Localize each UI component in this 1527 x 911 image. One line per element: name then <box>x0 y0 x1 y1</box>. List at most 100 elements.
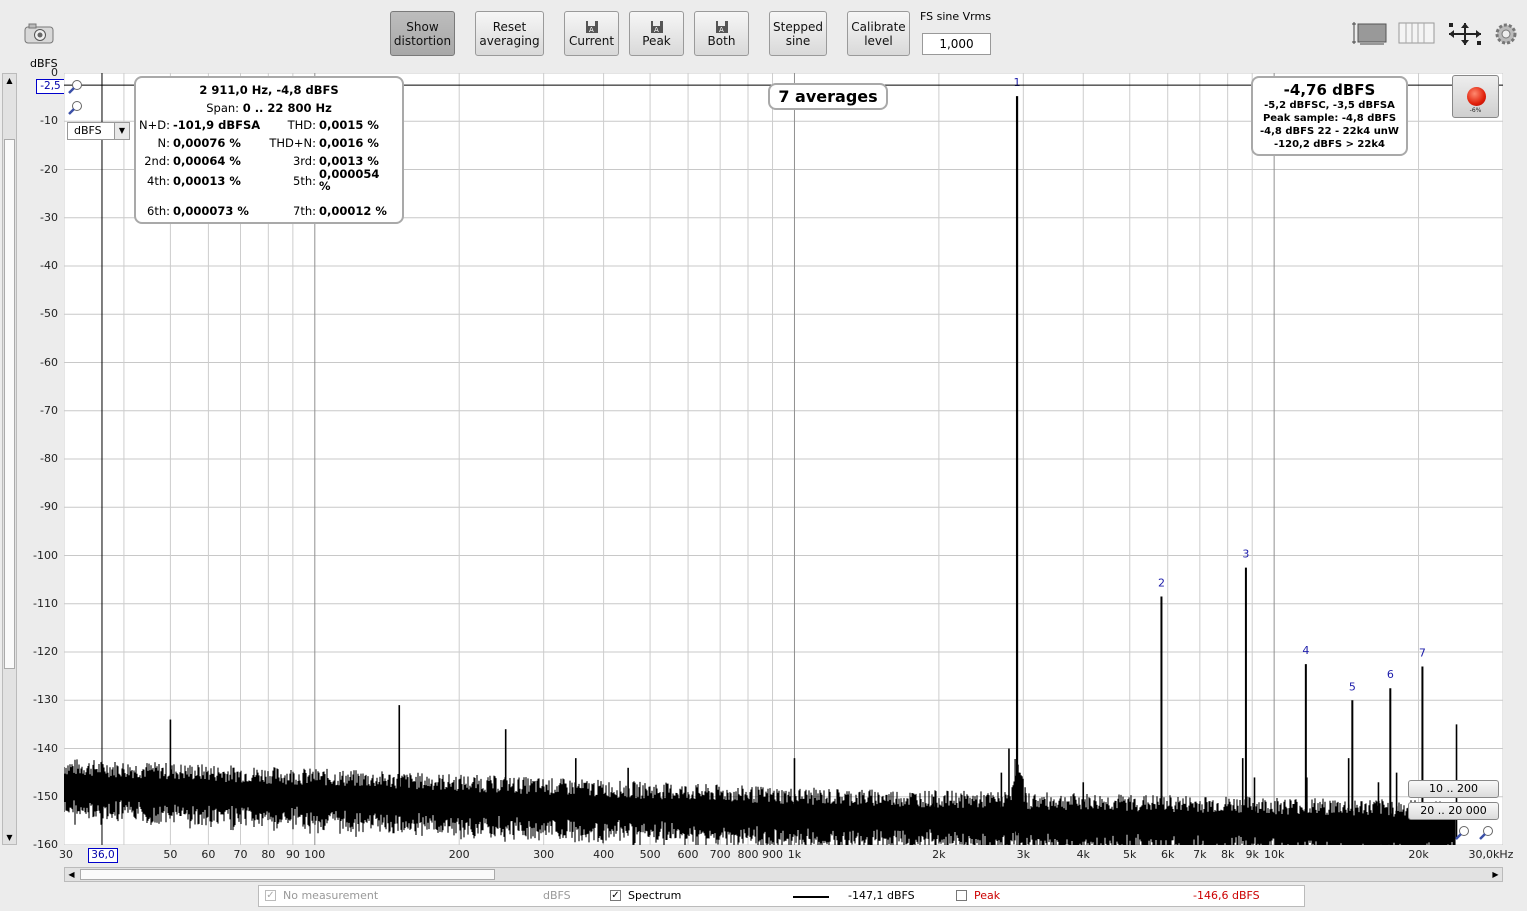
y-tick-label: -50 <box>40 307 58 321</box>
save-current-label: Current <box>568 33 615 48</box>
y-tick-label: -40 <box>40 259 58 272</box>
reset-averaging-button[interactable]: Reset averaging <box>475 11 544 56</box>
level-band: -4,8 dBFS 22 - 22k4 unW <box>1260 126 1399 137</box>
scroll-up-icon[interactable]: ▲ <box>3 74 16 87</box>
distortion-value: 0,000054 % <box>319 167 380 193</box>
y-cursor-value: -2,5 <box>36 79 65 94</box>
fs-sine-label: FS sine Vrms <box>920 10 991 23</box>
distortion-value: -101,9 dBFSA <box>173 118 261 132</box>
calibrate-level-button[interactable]: Calibrate level <box>847 11 910 56</box>
save-current-button[interactable]: A Current <box>564 11 619 56</box>
reset-averaging-label-2: averaging <box>479 33 540 48</box>
x-tick-label: 60 <box>201 848 216 861</box>
stepped-sine-button[interactable]: Stepped sine <box>769 11 827 56</box>
x-tick-label: 30,0kHz <box>1468 848 1514 861</box>
range-20-20000-label: 20 .. 20 000 <box>1420 804 1487 817</box>
graph-size-icon[interactable] <box>1350 21 1388 45</box>
x-tick-label: 5k <box>1123 848 1137 861</box>
fit-arrows-icon[interactable] <box>1447 21 1483 47</box>
span-value: 0 .. 22 800 Hz <box>242 101 332 115</box>
unit-select-value: dBFS <box>74 124 102 137</box>
y-tick-label: 0 <box>51 66 58 79</box>
vertical-scrollbar[interactable]: ▲ ▼ <box>2 73 17 845</box>
distortion-header: 2 911,0 Hz, -4,8 dBFS <box>199 83 339 97</box>
settings-gear-icon[interactable] <box>1494 22 1518 46</box>
x-tick-label: 4k <box>1076 848 1090 861</box>
distortion-value: 0,00064 % <box>173 154 241 168</box>
harmonic-label: 5 <box>1349 680 1356 693</box>
save-both-button[interactable]: A Both <box>694 11 749 56</box>
show-distortion-label-1: Show <box>406 19 439 34</box>
scroll-left-icon[interactable]: ◀ <box>65 868 78 881</box>
y-tick-label: -100 <box>33 548 58 562</box>
distortion-label: 6th: <box>147 204 170 218</box>
distortion-label: 4th: <box>147 174 170 188</box>
unit-select[interactable]: dBFS ▼ <box>67 122 130 140</box>
distortion-label: N+D: <box>139 118 170 132</box>
save-disk-icon: A <box>585 20 598 34</box>
distortion-value: 0,00076 % <box>173 136 241 150</box>
range-20-20000-button[interactable]: 20 .. 20 000 <box>1408 802 1499 820</box>
y-tick-label: -150 <box>33 789 58 803</box>
spectrum-checkbox[interactable]: ✓ <box>610 890 621 901</box>
y-tick-label: -110 <box>33 596 58 610</box>
fs-sine-input[interactable]: 1,000 <box>922 33 991 55</box>
vertical-scroll-thumb[interactable] <box>4 139 15 669</box>
snapshot-camera-icon[interactable] <box>24 23 54 44</box>
save-peak-button[interactable]: A Peak <box>629 11 684 56</box>
x-tick-label: 600 <box>677 848 699 861</box>
harmonic-label: 3 <box>1242 548 1249 561</box>
legend-bar: ✓ No measurement dBFS ✓ Spectrum -147,1 … <box>258 885 1305 907</box>
save-disk-icon: A <box>715 20 728 34</box>
distortion-label: 2nd: <box>144 154 170 168</box>
harmonic-label: 6 <box>1387 668 1394 681</box>
x-tick-label: 200 <box>448 848 470 861</box>
range-10-200-button[interactable]: 10 .. 200 <box>1408 780 1499 798</box>
y-tick-label: -80 <box>40 452 58 465</box>
record-button[interactable]: -6% <box>1452 75 1499 118</box>
calibrate-level-label-2: level <box>864 33 893 48</box>
y-tick-label: -30 <box>40 210 58 224</box>
level-main: -4,76 dBFS <box>1283 81 1376 99</box>
chevron-down-icon: ▼ <box>114 123 129 139</box>
column-layout-icon[interactable] <box>1398 21 1436 45</box>
x-tick-label: 7k <box>1193 848 1207 861</box>
x-tick-label: 900 <box>762 848 784 861</box>
show-distortion-label-2: distortion <box>393 33 452 48</box>
x-tick-label: 6k <box>1161 848 1175 861</box>
horizontal-scrollbar[interactable]: ◀ ▶ <box>64 867 1503 882</box>
y-tick-label: -140 <box>33 741 58 755</box>
x-tick-label: 3k <box>1016 848 1031 861</box>
spectrum-value: -147,1 dBFS <box>848 889 915 902</box>
x-tick-label: 20k <box>1408 848 1429 861</box>
y-tick-label: -20 <box>40 162 58 176</box>
peak-checkbox[interactable] <box>956 890 967 901</box>
distortion-label: THD: <box>287 118 316 132</box>
peak-value: -146,6 dBFS <box>1193 889 1260 902</box>
stepped-sine-label-1: Stepped <box>773 19 823 34</box>
distortion-value: 0,00012 % <box>319 204 387 218</box>
harmonic-label: 4 <box>1302 644 1309 657</box>
zoom-in-x-icon[interactable] <box>1455 825 1471 841</box>
zoom-out-x-icon[interactable] <box>1479 825 1495 841</box>
distortion-label: 3rd: <box>292 154 316 168</box>
harmonic-label: 7 <box>1419 646 1426 659</box>
x-tick-label: 30 <box>59 848 73 861</box>
svg-text:A: A <box>719 26 724 34</box>
scroll-down-icon[interactable]: ▼ <box>3 831 16 844</box>
x-tick-label: 90 <box>285 848 300 861</box>
x-cursor-value: 36,0 <box>88 848 118 863</box>
scroll-right-icon[interactable]: ▶ <box>1489 868 1502 881</box>
distortion-value: 0,0016 % <box>319 136 379 150</box>
level-above-band: -120,2 dBFS > 22k4 <box>1274 139 1385 150</box>
show-distortion-button[interactable]: Show distortion <box>390 11 455 56</box>
horizontal-scroll-thumb[interactable] <box>80 869 495 880</box>
level-panel: -4,76 dBFS -5,2 dBFSC, -3,5 dBFSA Peak s… <box>1251 76 1408 156</box>
zoom-out-y-icon[interactable] <box>68 100 84 116</box>
x-tick-label: 700 <box>709 848 731 861</box>
x-tick-label: 9k <box>1245 848 1259 861</box>
no-measurement-label: No measurement <box>283 889 379 902</box>
zoom-in-y-icon[interactable] <box>68 79 84 95</box>
x-tick-label: 1k <box>787 848 802 861</box>
svg-text:A: A <box>589 26 594 34</box>
